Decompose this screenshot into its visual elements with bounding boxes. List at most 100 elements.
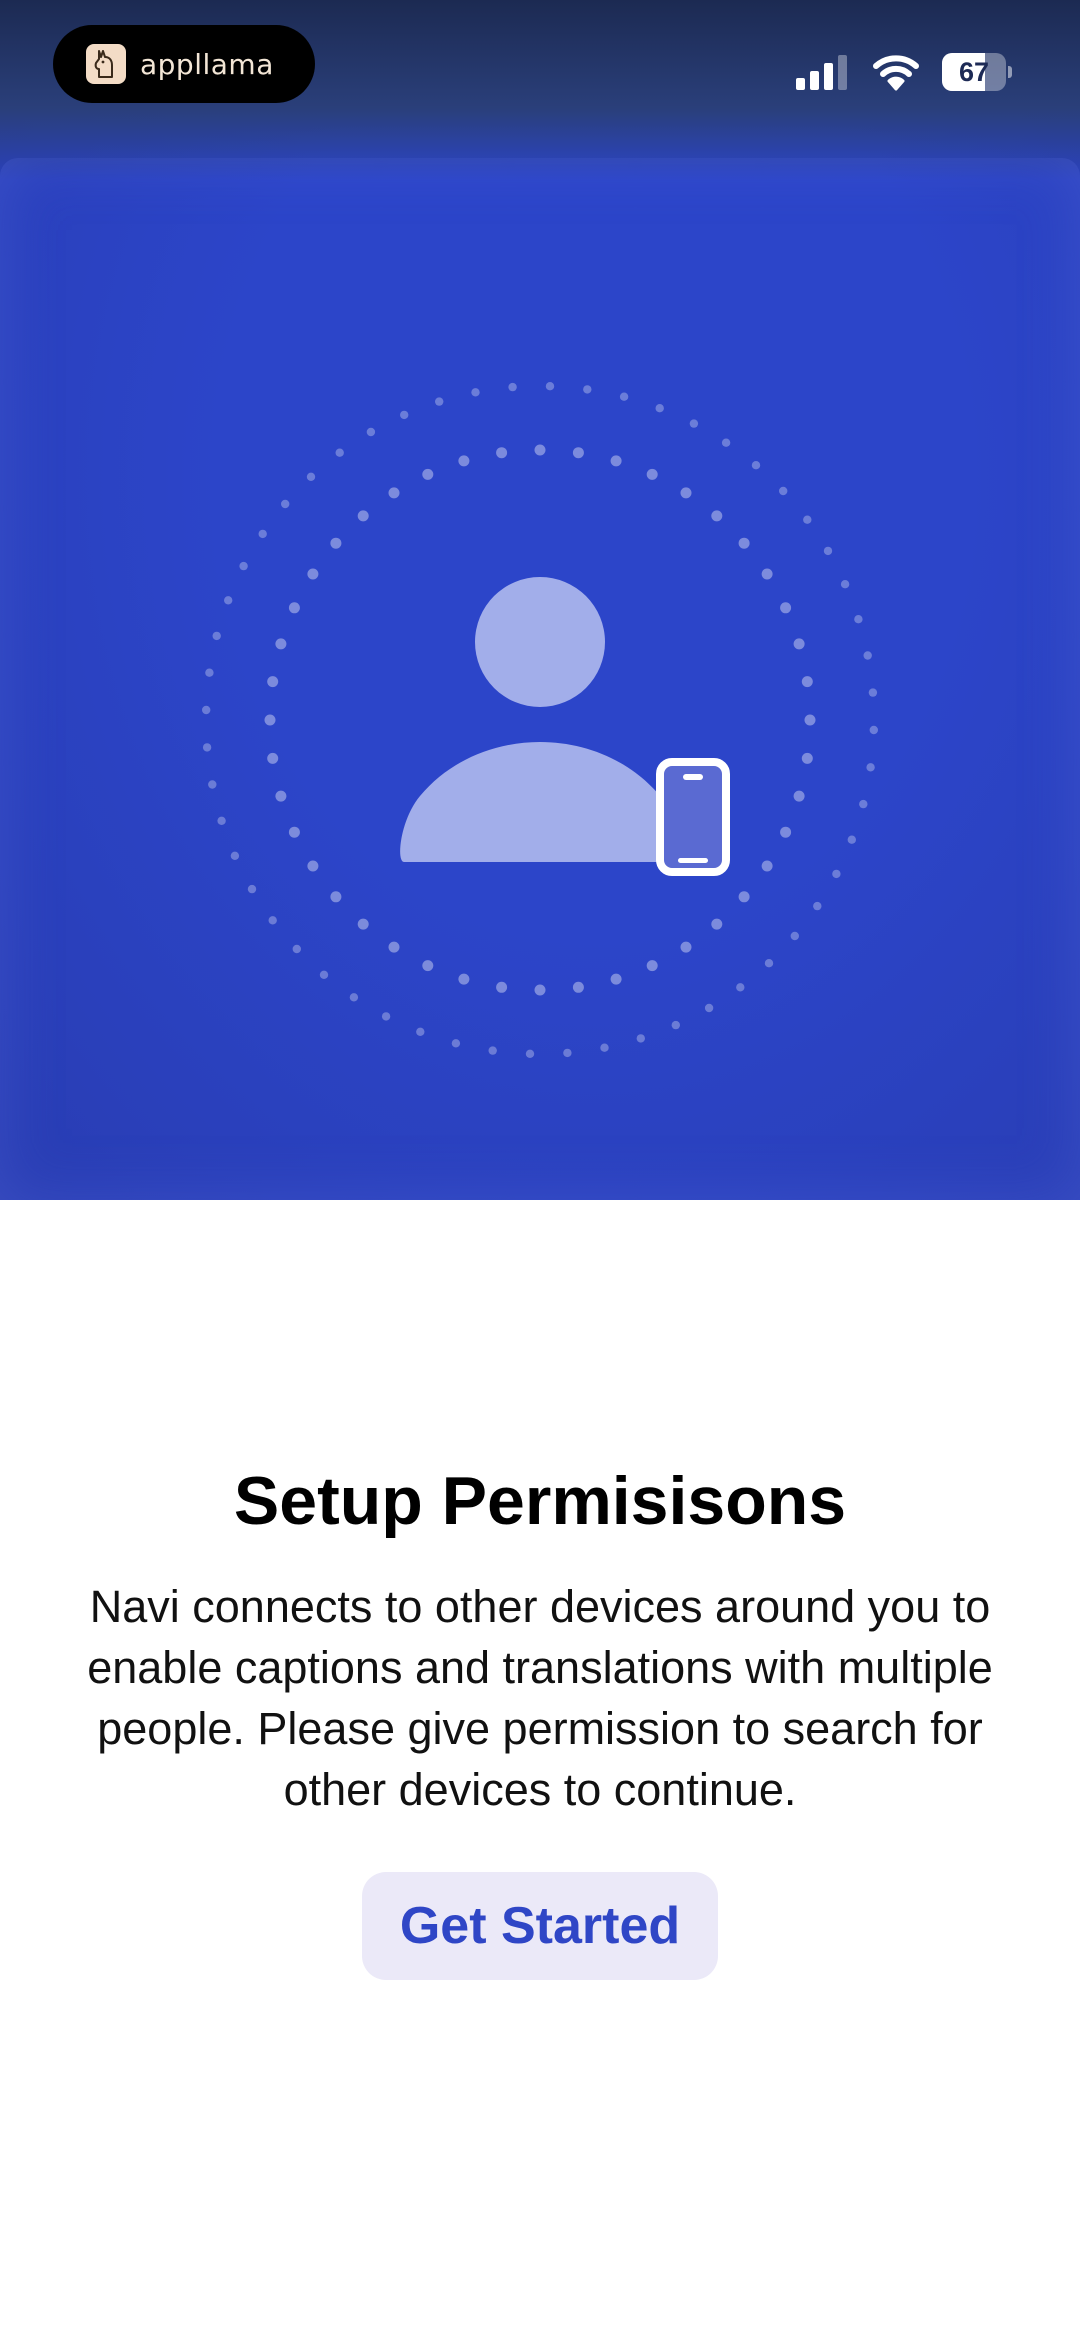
ring-dot bbox=[208, 780, 217, 789]
ring-dot bbox=[866, 763, 875, 772]
page-title: Setup Permisisons bbox=[233, 1463, 847, 1539]
ring-dot bbox=[422, 468, 434, 480]
ring-dot bbox=[610, 455, 622, 467]
ring-dot bbox=[868, 688, 878, 697]
ring-dot bbox=[319, 970, 329, 979]
ring-dot bbox=[205, 668, 214, 677]
ring-dot bbox=[736, 983, 745, 992]
ring-dot bbox=[680, 487, 692, 499]
dotted-ring-icon bbox=[202, 382, 878, 1059]
brand-badge: appllama bbox=[53, 25, 315, 103]
ring-dot bbox=[840, 580, 850, 589]
ring-dot bbox=[400, 410, 409, 420]
ring-dot bbox=[600, 1043, 609, 1052]
ring-dot bbox=[381, 1012, 391, 1021]
ring-dot bbox=[738, 891, 750, 903]
ring-dot bbox=[288, 602, 300, 614]
ring-dot bbox=[563, 1048, 572, 1058]
ring-dot bbox=[202, 743, 212, 752]
ring-dot bbox=[832, 869, 841, 879]
ring-dot bbox=[859, 799, 868, 809]
ring-dot bbox=[847, 835, 856, 844]
ring-dot bbox=[572, 447, 584, 459]
ring-dot bbox=[863, 651, 872, 660]
ring-dot bbox=[534, 444, 546, 456]
ring-dot bbox=[646, 468, 658, 480]
ring-dot bbox=[525, 1049, 535, 1059]
ring-dot bbox=[330, 891, 342, 903]
battery-body: 67 bbox=[942, 53, 1006, 91]
get-started-button[interactable]: Get Started bbox=[362, 1872, 718, 1980]
ring-dot bbox=[435, 397, 444, 406]
ring-dot bbox=[335, 448, 344, 457]
ring-dot bbox=[239, 561, 248, 571]
ring-dot bbox=[534, 984, 546, 996]
ring-dot bbox=[803, 515, 812, 524]
ring-dot bbox=[264, 714, 276, 726]
ring-dot bbox=[764, 959, 774, 968]
ring-dot bbox=[307, 568, 319, 580]
ring-dot bbox=[416, 1027, 425, 1037]
ring-dot bbox=[307, 860, 319, 872]
ring-dot bbox=[790, 931, 799, 941]
ring-dot bbox=[230, 851, 240, 860]
ring-dot bbox=[496, 981, 508, 993]
ring-dot bbox=[646, 960, 658, 972]
status-bar: appllama 67 bbox=[0, 0, 1080, 140]
ring-dot bbox=[619, 392, 629, 401]
ring-dot bbox=[275, 790, 287, 802]
status-icons: 67 bbox=[796, 50, 1012, 94]
ring-dot bbox=[680, 941, 692, 953]
phone-icon bbox=[656, 758, 730, 876]
ring-dot bbox=[761, 860, 773, 872]
ring-dot bbox=[330, 537, 342, 549]
ring-dot bbox=[780, 602, 792, 614]
ring-dot bbox=[275, 638, 287, 650]
ring-dot bbox=[281, 499, 290, 509]
ring-dot bbox=[458, 973, 470, 985]
ring-dot bbox=[292, 944, 301, 954]
ring-dot bbox=[823, 546, 833, 556]
ring-dot bbox=[545, 382, 555, 391]
ring-dot bbox=[779, 486, 788, 496]
ring-dot bbox=[801, 752, 813, 764]
ring-dot bbox=[258, 529, 267, 539]
ring-dot bbox=[451, 1039, 461, 1048]
ring-dot bbox=[793, 790, 805, 802]
ring-dot bbox=[366, 427, 376, 437]
ring-dot bbox=[869, 725, 878, 735]
ring-dot bbox=[751, 461, 761, 470]
ring-dot bbox=[202, 705, 211, 715]
ring-dot bbox=[804, 714, 816, 726]
ring-dot bbox=[583, 385, 592, 394]
ring-dot bbox=[738, 537, 750, 549]
wifi-icon bbox=[873, 55, 919, 91]
ring-dot bbox=[388, 487, 400, 499]
ring-dot bbox=[217, 816, 226, 825]
ring-dot bbox=[268, 916, 277, 925]
person-icon bbox=[400, 577, 680, 862]
permission-description: Navi connects to other devices around yo… bbox=[87, 1581, 993, 1815]
ring-dot bbox=[704, 1003, 714, 1013]
ring-dot bbox=[508, 382, 517, 392]
battery-cap bbox=[1008, 66, 1012, 78]
cellular-signal-icon bbox=[796, 55, 847, 90]
ring-dot bbox=[212, 631, 221, 641]
ring-dot bbox=[471, 388, 480, 397]
ring-dot bbox=[224, 596, 233, 605]
ring-dot bbox=[422, 960, 434, 972]
ring-dot bbox=[267, 676, 279, 688]
hero-illustration-panel bbox=[0, 0, 1080, 1200]
ring-dot bbox=[610, 973, 622, 985]
ring-dot bbox=[854, 615, 863, 624]
ring-dot bbox=[572, 981, 584, 993]
ring-dot bbox=[288, 826, 300, 838]
permission-illustration bbox=[202, 382, 878, 1059]
ring-dot bbox=[496, 447, 508, 459]
ring-dot bbox=[247, 884, 257, 894]
ring-dot bbox=[636, 1034, 645, 1043]
ring-dot bbox=[711, 510, 723, 522]
ring-dot bbox=[357, 510, 369, 522]
ring-dot bbox=[349, 993, 359, 1002]
ring-dot bbox=[721, 438, 731, 447]
